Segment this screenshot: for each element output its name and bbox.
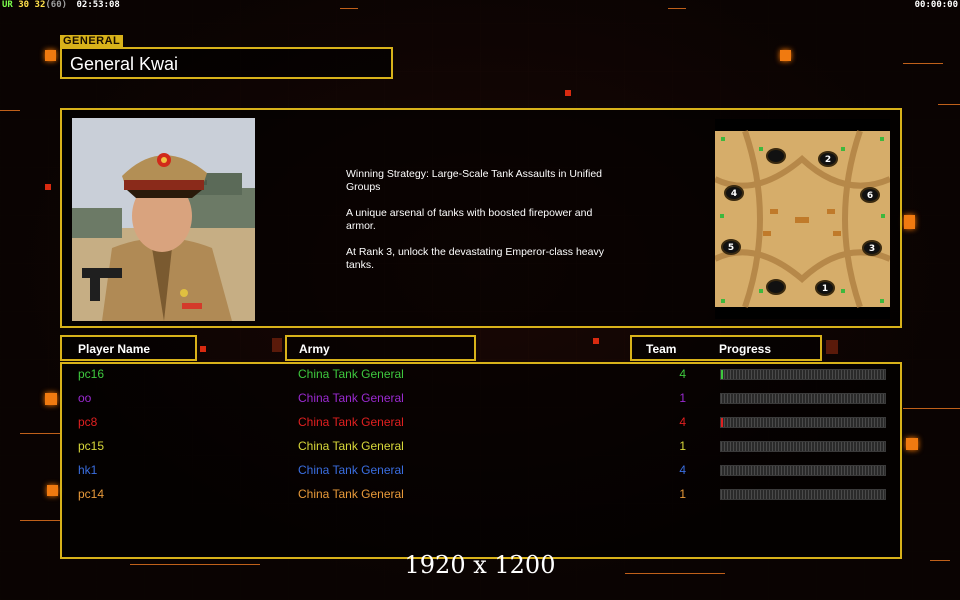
- deco-square: [45, 50, 56, 61]
- player-name: hk1: [78, 463, 98, 477]
- deco-line: [340, 8, 358, 9]
- player-row[interactable]: pc8 China Tank General 4: [78, 415, 888, 429]
- deco-line: [20, 520, 60, 521]
- start-position-label: 3: [869, 244, 875, 254]
- progress-bar: [720, 417, 886, 428]
- start-position-label: 5: [728, 243, 734, 253]
- general-portrait: [72, 118, 255, 321]
- deco-line: [938, 104, 960, 105]
- stat-label: UR: [2, 0, 13, 10]
- progress-bar-fill: [721, 418, 724, 427]
- deco-square: [906, 438, 918, 450]
- player-team: 4: [679, 415, 686, 429]
- deco-line: [903, 408, 960, 409]
- column-header-team-progress: Team Progress: [630, 335, 822, 361]
- game-time: 02:53:08: [76, 0, 120, 10]
- stat-value: 30: [18, 0, 30, 10]
- column-header-label: Team: [646, 342, 677, 356]
- player-team: 4: [679, 367, 686, 381]
- player-team: 1: [679, 487, 686, 501]
- player-row[interactable]: pc15 China Tank General 1: [78, 439, 888, 453]
- deco-square: [780, 50, 791, 61]
- deco-line: [903, 63, 943, 64]
- deco-square: [565, 90, 571, 96]
- deco-square: [826, 340, 838, 354]
- progress-bar: [720, 393, 886, 404]
- deco-line: [0, 110, 20, 111]
- start-position-label: 2: [825, 155, 831, 165]
- player-team: 1: [679, 391, 686, 405]
- player-team: 4: [679, 463, 686, 477]
- column-header-label: Player Name: [78, 342, 151, 356]
- deco-line: [668, 8, 686, 9]
- player-army: China Tank General: [298, 487, 404, 501]
- player-army: China Tank General: [298, 391, 404, 405]
- column-header-label: Army: [299, 342, 330, 356]
- stat-value: 32: [34, 0, 46, 10]
- deco-square: [45, 393, 57, 405]
- progress-bar: [720, 465, 886, 476]
- player-name: pc16: [78, 367, 105, 381]
- player-row[interactable]: pc16 China Tank General 4: [78, 367, 888, 381]
- player-row[interactable]: oo China Tank General 1: [78, 391, 888, 405]
- column-header-army: Army: [285, 335, 476, 361]
- player-army: China Tank General: [298, 463, 404, 477]
- player-team: 1: [679, 439, 686, 453]
- description-line: A unique arsenal of tanks with boosted f…: [346, 207, 593, 232]
- player-army: China Tank General: [298, 415, 404, 429]
- progress-bar: [720, 441, 886, 452]
- map-preview: 2 4 6 5 3 1: [715, 119, 890, 319]
- player-army: China Tank General: [298, 439, 404, 453]
- performance-stats: UR 30 32(60) 02:53:08: [2, 0, 120, 10]
- general-description: Winning Strategy: Large-Scale Tank Assau…: [346, 168, 646, 285]
- general-portrait-image: [72, 118, 255, 321]
- player-name: pc15: [78, 439, 105, 453]
- progress-bar-fill: [721, 370, 724, 379]
- start-position-label: 6: [867, 191, 873, 201]
- general-name-box: General Kwai: [60, 47, 393, 79]
- player-name: pc8: [78, 415, 98, 429]
- progress-bar: [720, 369, 886, 380]
- deco-square: [45, 184, 51, 190]
- deco-square: [200, 346, 206, 352]
- player-name: oo: [78, 391, 92, 405]
- player-row[interactable]: hk1 China Tank General 4: [78, 463, 888, 477]
- progress-bar: [720, 489, 886, 500]
- deco-square: [904, 215, 915, 229]
- deco-square: [272, 338, 282, 352]
- timer: 00:00:00: [914, 0, 958, 10]
- column-header-label: Progress: [719, 342, 772, 356]
- player-row[interactable]: pc14 China Tank General 1: [78, 487, 888, 501]
- column-header-player-name: Player Name: [60, 335, 197, 361]
- start-position-label: 4: [731, 189, 737, 199]
- description-line: Winning Strategy: Large-Scale Tank Assau…: [346, 168, 603, 193]
- player-name: pc14: [78, 487, 105, 501]
- general-name: General Kwai: [70, 54, 179, 74]
- deco-line: [20, 433, 60, 434]
- stat-value: (60): [45, 0, 68, 10]
- resolution-label: 1920 x 1200: [404, 551, 556, 579]
- deco-square: [593, 338, 599, 344]
- player-army: China Tank General: [298, 367, 404, 381]
- map-preview-image: 2 4 6 5 3 1: [715, 130, 890, 308]
- deco-square: [47, 485, 58, 496]
- description-line: At Rank 3, unlock the devastating Empero…: [346, 246, 604, 271]
- start-position-label: 1: [822, 284, 828, 294]
